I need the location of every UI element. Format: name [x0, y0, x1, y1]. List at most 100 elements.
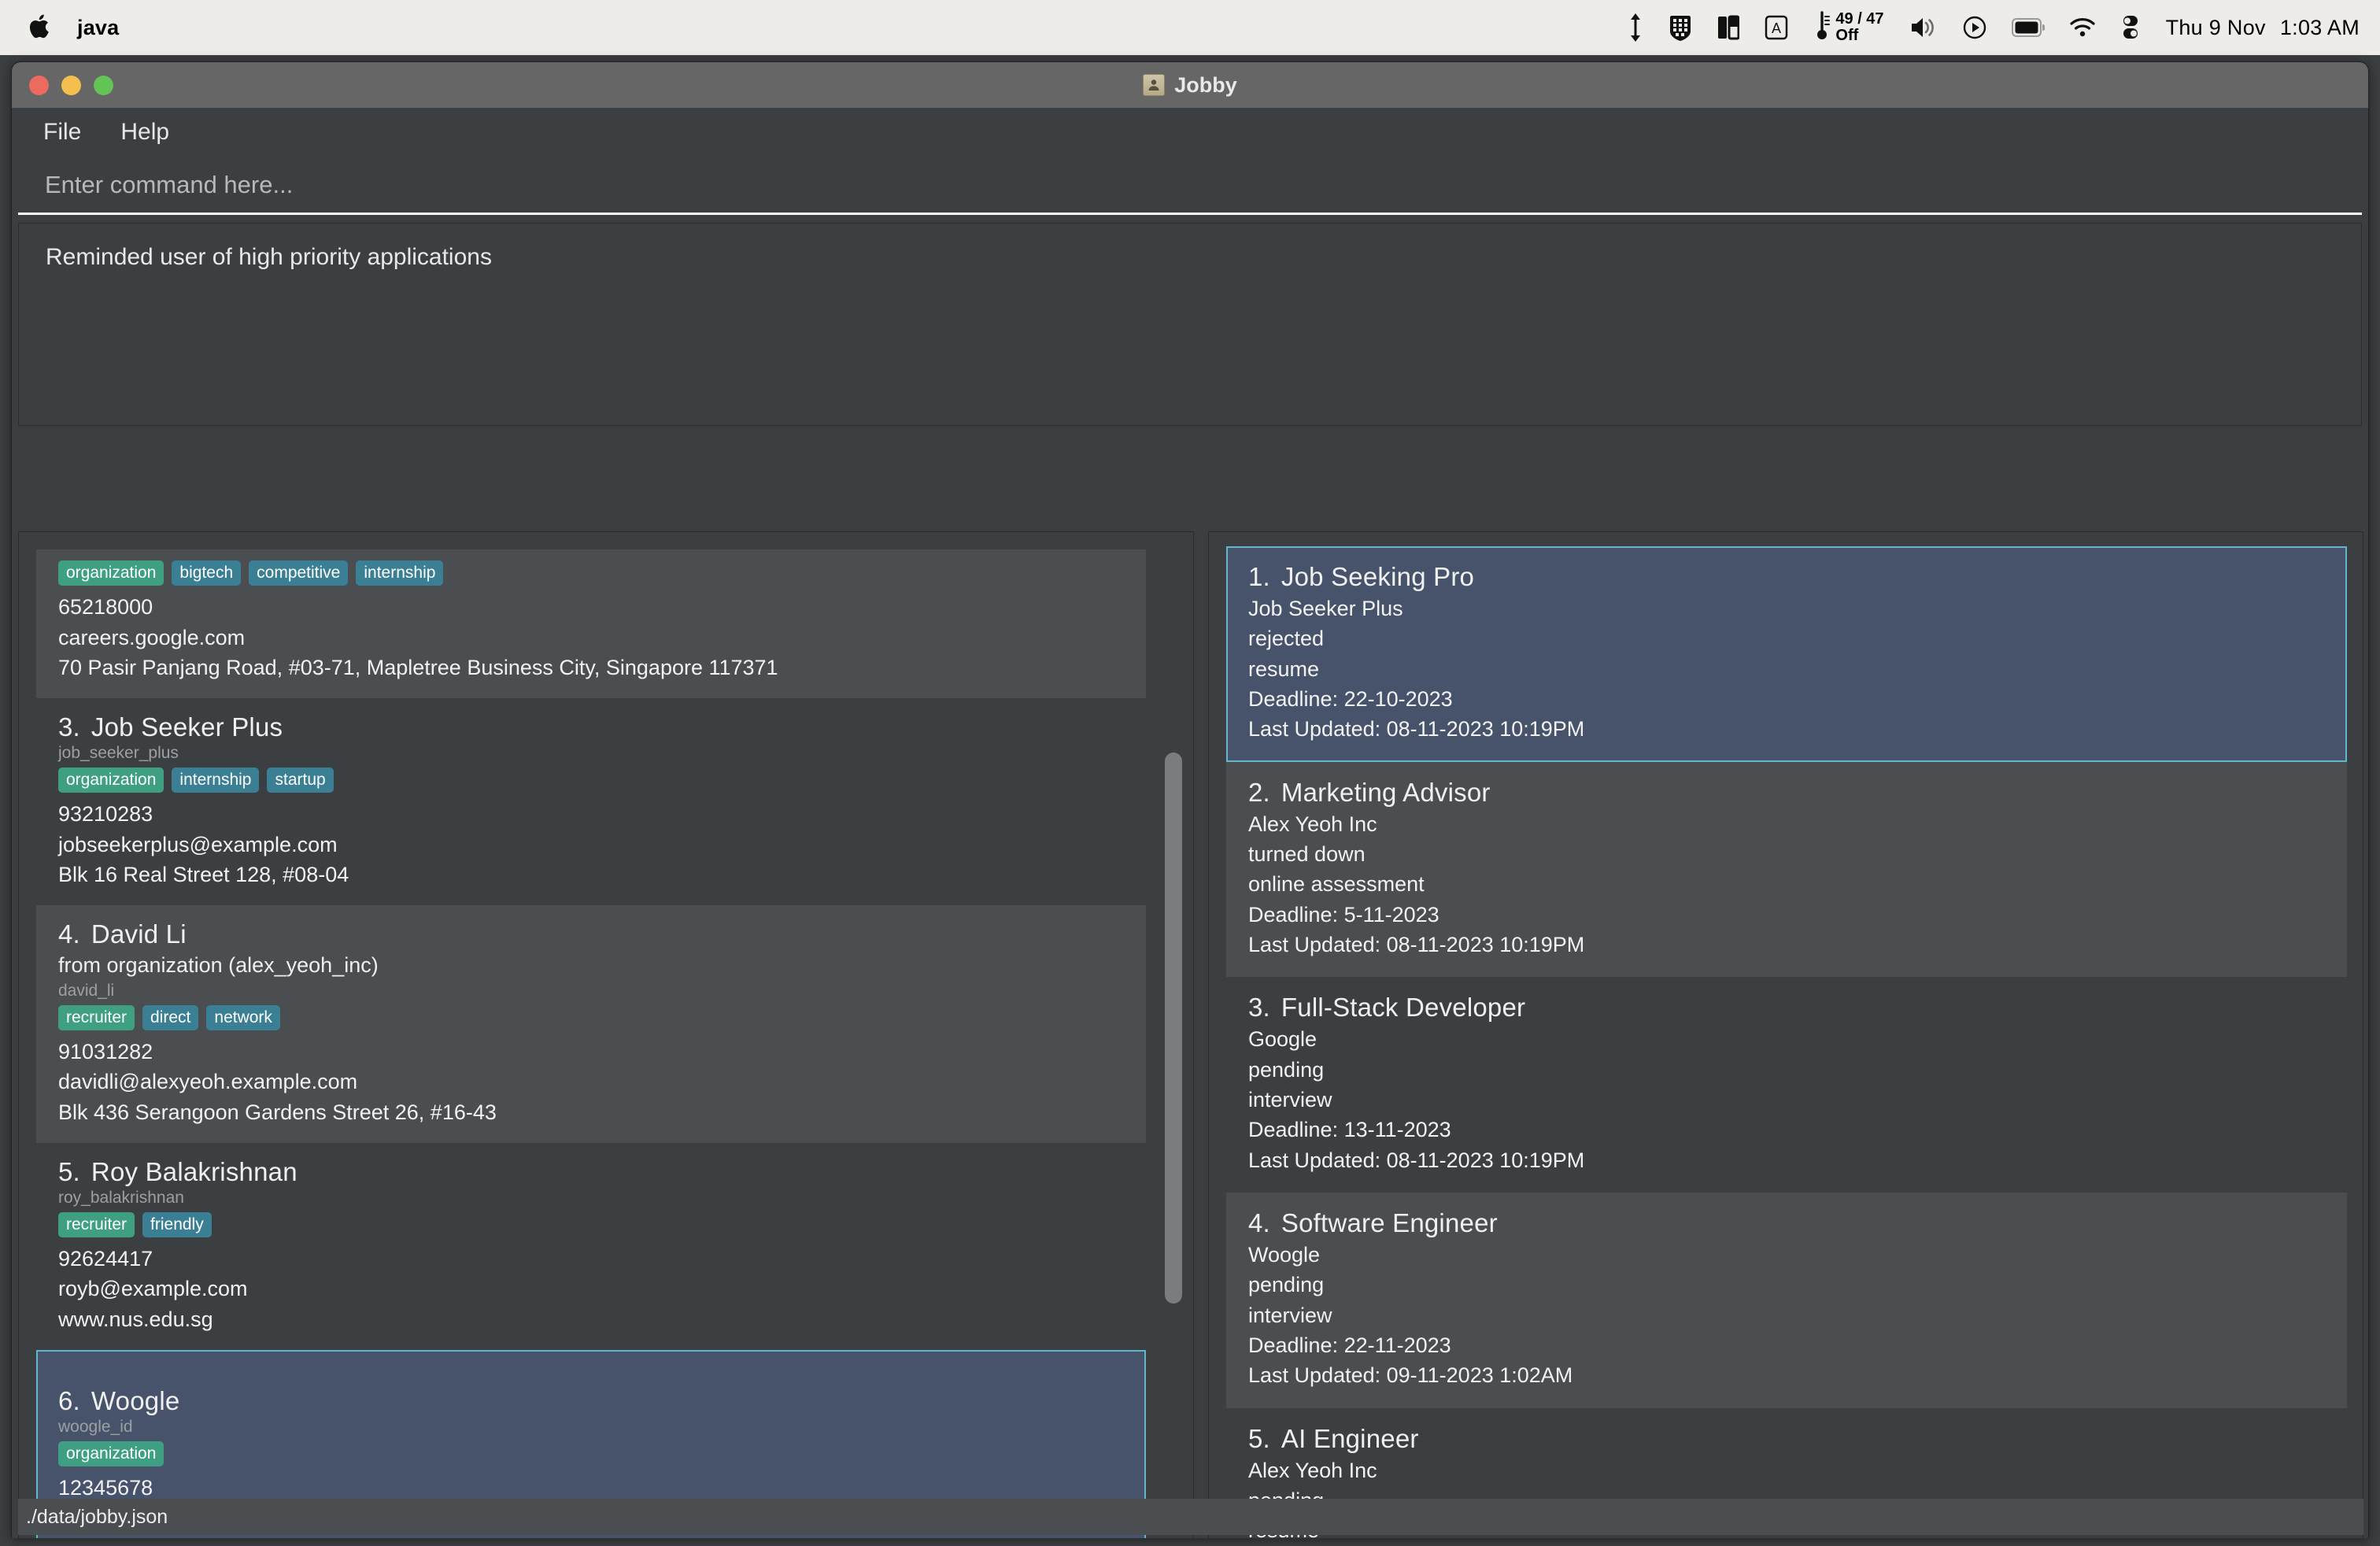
- contact-email: royb@example.com: [58, 1277, 248, 1301]
- result-display-panel: Reminded user of high priority applicati…: [18, 223, 2362, 426]
- split-view-icon[interactable]: [1717, 10, 1740, 45]
- apple-logo-icon[interactable]: [27, 14, 50, 41]
- contact-tag[interactable]: friendly: [142, 1211, 212, 1238]
- contact-tag[interactable]: organization: [58, 767, 164, 793]
- contact-tag[interactable]: bigtech: [172, 560, 242, 586]
- contact-card[interactable]: 3. Job Seeker Plus job_seeker_plus organi…: [36, 698, 1146, 906]
- minimize-button[interactable]: [61, 75, 81, 95]
- contact-card-partial[interactable]: organization bigtech competitive internship…: [36, 549, 1146, 699]
- application-title: AI Engineer: [1281, 1423, 1419, 1453]
- contacts-list: organization bigtech competitive internship…: [36, 549, 1146, 1538]
- application-title: Job Seeking Pro: [1281, 562, 1475, 591]
- applications-list-panel[interactable]: 1. Job Seeking Pro Job Seeker Plus reject…: [1208, 531, 2363, 1538]
- contact-tag[interactable]: internship: [356, 560, 444, 586]
- application-deadline: Deadline: 22-10-2023: [1248, 686, 1453, 711]
- application-stage: interview: [1248, 1303, 1332, 1327]
- application-deadline: Deadline: 22-11-2023: [1248, 1333, 1451, 1357]
- application-status: pending: [1248, 1057, 1325, 1082]
- contacts-scrollbar[interactable]: [1165, 546, 1182, 1538]
- application-title: Marketing Advisor: [1281, 777, 1491, 807]
- contact-card-title: 5. Roy Balakrishnan: [58, 1157, 1124, 1187]
- temperature-state: Off: [1835, 27, 1859, 44]
- menu-bar-date: Thu 9 Nov: [2165, 15, 2266, 39]
- menu-item-help[interactable]: Help: [106, 114, 183, 150]
- contact-card[interactable]: 4. David Li from organization (alex_yeoh_…: [36, 905, 1146, 1143]
- contacts-list-panel[interactable]: organization bigtech competitive internship…: [18, 531, 1194, 1538]
- contact-card-title: 4. David Li: [58, 919, 1124, 949]
- contact-tag[interactable]: internship: [172, 767, 260, 793]
- application-index: 1.: [1248, 562, 1270, 591]
- application-title: Software Engineer: [1281, 1208, 1498, 1237]
- contact-tag-row: organization internship startup: [58, 767, 1124, 793]
- contacts-scrollbar-thumb[interactable]: [1165, 753, 1182, 1304]
- contact-address: 70 Pasir Panjang Road, #03-71, Mapletree…: [58, 655, 778, 679]
- thermometer-icon: [1813, 10, 1831, 46]
- contact-tag[interactable]: organization: [58, 1441, 164, 1467]
- menu-bar-status-items: A 49 / 47 Off Thu 9 Nov 1:03 AM: [1628, 10, 2360, 46]
- keyboard-input-a-icon[interactable]: A: [1765, 10, 1788, 45]
- wifi-icon[interactable]: [2069, 10, 2095, 45]
- contact-phone: 93210283: [58, 802, 153, 827]
- active-app-name[interactable]: java: [77, 16, 119, 40]
- command-input[interactable]: [45, 170, 2335, 199]
- application-status: rejected: [1248, 627, 1325, 651]
- application-card-title: 4. Software Engineer: [1248, 1208, 2325, 1238]
- application-company: Job Seeker Plus: [1248, 597, 1403, 620]
- contact-card-title: 6. Woogle: [58, 1386, 1124, 1416]
- application-last-updated: Last Updated: 08-11-2023 10:19PM: [1248, 717, 1585, 742]
- contact-card-title: 3. Job Seeker Plus: [58, 712, 1124, 742]
- contact-tag[interactable]: recruiter: [58, 1211, 135, 1238]
- command-box[interactable]: [18, 157, 2362, 215]
- svg-text:A: A: [1772, 20, 1781, 36]
- contact-tag[interactable]: network: [206, 1004, 280, 1030]
- application-index: 2.: [1248, 777, 1270, 807]
- grid-module-icon[interactable]: [1669, 10, 1692, 45]
- contact-index: 6.: [58, 1386, 80, 1416]
- close-button[interactable]: [29, 75, 49, 95]
- menu-item-file[interactable]: File: [29, 114, 95, 150]
- contact-id: job_seeker_plus: [58, 744, 179, 763]
- temperature-value: 49 / 47: [1835, 10, 1884, 28]
- contact-phone: 92624417: [58, 1247, 153, 1271]
- volume-icon[interactable]: [1909, 10, 1938, 45]
- contact-name: Roy Balakrishnan: [91, 1156, 298, 1186]
- contact-tag[interactable]: recruiter: [58, 1004, 135, 1030]
- window-title-bar[interactable]: Jobby: [12, 62, 2368, 108]
- battery-icon[interactable]: [2011, 10, 2045, 45]
- contact-card[interactable]: 5. Roy Balakrishnan roy_balakrishnan recr…: [36, 1142, 1146, 1351]
- menu-bar-clock[interactable]: Thu 9 Nov 1:03 AM: [2166, 16, 2360, 40]
- contact-tag[interactable]: startup: [267, 767, 334, 793]
- application-last-updated: Last Updated: 08-11-2023 10:19PM: [1248, 1148, 1585, 1172]
- zoom-button[interactable]: [94, 75, 113, 95]
- application-card[interactable]: 1. Job Seeking Pro Job Seeker Plus reject…: [1226, 546, 2347, 762]
- contact-tag[interactable]: direct: [142, 1004, 199, 1030]
- contact-tag-row: organization bigtech competitive internship: [58, 560, 1124, 586]
- contact-relation: from organization (alex_yeoh_inc): [58, 953, 379, 978]
- resize-arrows-icon[interactable]: [1628, 10, 1643, 45]
- contact-email: davidli@alexyeoh.example.com: [58, 1070, 358, 1094]
- thermometer-status[interactable]: 49 / 47 Off: [1813, 10, 1884, 46]
- contact-id: roy_balakrishnan: [58, 1188, 184, 1207]
- application-card-title: 2. Marketing Advisor: [1248, 778, 2325, 808]
- contact-tag[interactable]: competitive: [249, 560, 349, 586]
- control-center-icon[interactable]: [2120, 10, 2141, 45]
- contact-name: Woogle: [91, 1386, 180, 1416]
- application-card[interactable]: 2. Marketing Advisor Alex Yeoh Inc turned…: [1226, 761, 2347, 978]
- app-menu-bar: File Help: [12, 108, 2368, 157]
- contact-tag-row: recruiter friendly: [58, 1211, 1124, 1238]
- application-last-updated: Last Updated: 08-11-2023 10:19PM: [1248, 932, 1585, 956]
- contact-address: Blk 16 Real Street 128, #08-04: [58, 863, 349, 887]
- window-title: Jobby: [12, 62, 2368, 108]
- contact-tag[interactable]: organization: [58, 560, 164, 586]
- application-card[interactable]: 4. Software Engineer Woogle pending inter…: [1226, 1192, 2347, 1408]
- contact-address: www.nus.edu.sg: [58, 1307, 213, 1331]
- status-bar: ./data/jobby.json: [18, 1499, 2363, 1535]
- contact-index: 3.: [58, 712, 80, 742]
- window-traffic-lights: [12, 75, 113, 95]
- system-menu-bar: java A 49 / 47 Off Thu 9 Nov 1:03 AM: [0, 0, 2380, 55]
- application-card[interactable]: 3. Full-Stack Developer Google pending in…: [1226, 977, 2347, 1193]
- application-status: pending: [1248, 1273, 1325, 1297]
- play-circle-icon[interactable]: [1963, 10, 1986, 45]
- contact-index: 4.: [58, 919, 80, 949]
- application-deadline: Deadline: 13-11-2023: [1248, 1118, 1451, 1142]
